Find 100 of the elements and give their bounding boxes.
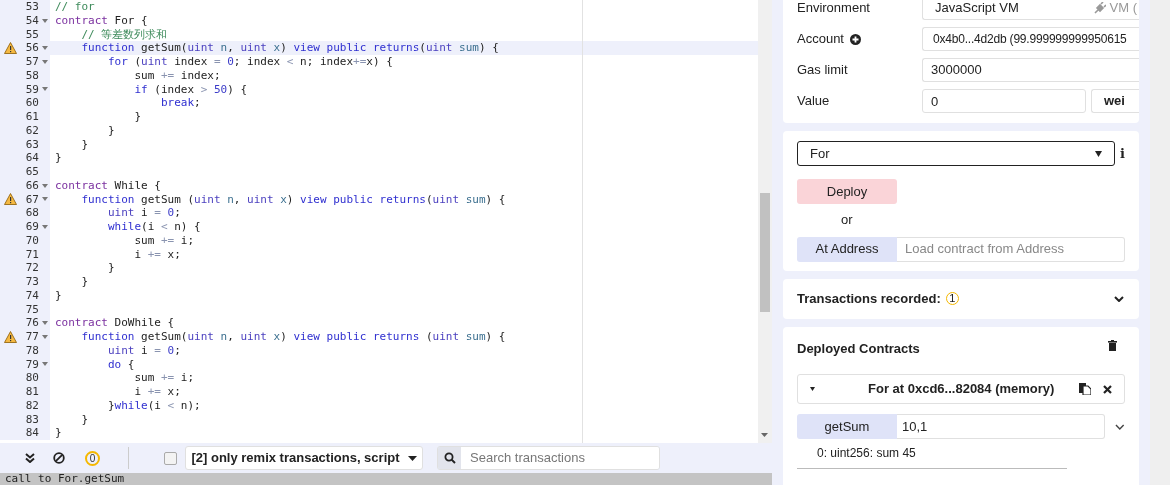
environment-select[interactable]: JavaScript VM VM ( — [922, 0, 1139, 20]
transactions-title: Transactions recorded: — [797, 289, 941, 308]
code-line: do { — [106, 357, 135, 372]
line-number: 68 — [24, 206, 39, 220]
fold-arrow-icon[interactable] — [42, 18, 48, 23]
deploy-button[interactable]: Deploy — [797, 179, 897, 204]
code-line: // 等差数列求和 — [80, 27, 168, 42]
contract-select[interactable]: For — [797, 141, 1116, 166]
line-number: 59 — [24, 82, 39, 97]
value-field[interactable]: 0 — [922, 89, 1086, 113]
code-line: sum += i; — [133, 371, 195, 385]
copy-icon[interactable] — [1079, 383, 1091, 395]
field-label: Account — [797, 30, 844, 49]
field-label: Gas limit — [797, 61, 848, 80]
line-number: 67 — [24, 192, 39, 207]
close-icon[interactable] — [1103, 384, 1112, 394]
code-line: function getSum(uint n, uint x) view public returns(uint sum) { — [80, 41, 499, 55]
line-number: 81 — [24, 385, 39, 399]
line-number: 73 — [24, 275, 39, 289]
line-number: 60 — [24, 96, 39, 110]
code-line: sum += i; — [133, 233, 195, 248]
line-number: 83 — [24, 412, 39, 427]
collapse-icon[interactable] — [25, 453, 35, 463]
field-label: Value — [797, 92, 831, 111]
code-line: if (index > 50) { — [133, 82, 248, 97]
chevron-down-icon[interactable] — [1114, 295, 1124, 302]
clear-icon[interactable] — [53, 452, 65, 464]
line-number: 79 — [24, 357, 39, 372]
caret-icon — [407, 455, 417, 461]
code-line: contract DoWhile { — [54, 316, 175, 330]
fold-arrow-icon[interactable] — [42, 334, 48, 339]
line-number: 74 — [24, 288, 39, 303]
line-number: 65 — [24, 165, 39, 179]
scroll-down-icon[interactable] — [761, 433, 768, 437]
console-log-line: call to For.getSum — [4, 473, 126, 485]
gas-limit-field[interactable]: 3000000 — [922, 58, 1139, 82]
fold-arrow-icon[interactable] — [42, 321, 48, 326]
line-number: 77 — [24, 330, 39, 344]
line-number: 71 — [24, 247, 39, 262]
code-line: } — [106, 261, 115, 275]
line-number: 72 — [24, 261, 39, 275]
line-number: 61 — [24, 110, 39, 124]
line-number: 82 — [24, 398, 39, 413]
chevron-down-icon[interactable] — [1115, 423, 1125, 430]
code-line: i += x; — [133, 247, 181, 262]
caret-icon[interactable] — [810, 387, 815, 391]
listen-checkbox[interactable] — [164, 451, 177, 465]
line-number: 57 — [24, 55, 39, 69]
info-icon[interactable]: i — [1120, 143, 1125, 164]
code-line: uint i = 0; — [106, 343, 181, 358]
line-number: 69 — [24, 220, 39, 234]
function-button[interactable]: getSum — [797, 414, 897, 439]
provider-label: VM ( — [1109, 0, 1137, 18]
line-number: 63 — [24, 137, 39, 152]
account-select[interactable]: 0x4b0...4d2db (99.999999999950615 — [922, 27, 1139, 51]
plug-icon — [1093, 2, 1106, 14]
line-number: 70 — [24, 233, 39, 248]
function-result: 0: uint256: sum 45 — [817, 445, 917, 462]
field-label: Environment — [797, 0, 870, 18]
fold-arrow-icon[interactable] — [42, 183, 48, 188]
fold-arrow-icon[interactable] — [42, 197, 48, 202]
function-args-field[interactable]: 10,1 — [897, 414, 1106, 439]
instance-title: For at 0xcd6...82084 (memory) — [868, 380, 1055, 399]
code-line: } — [54, 288, 62, 303]
fold-arrow-icon[interactable] — [42, 362, 48, 367]
line-number: 53 — [24, 0, 39, 14]
code-line: function getSum(uint n, uint x) view public returns (uint sum) { — [80, 330, 506, 344]
pending-count-badge: 0 — [85, 450, 100, 466]
line-number: 66 — [24, 178, 39, 193]
line-number: 54 — [24, 13, 39, 28]
code-line: sum += index; — [133, 68, 221, 83]
line-number: 80 — [24, 371, 39, 385]
code-line: } — [80, 137, 89, 152]
trash-icon[interactable] — [1108, 339, 1117, 351]
unit-select[interactable]: wei — [1091, 89, 1139, 113]
line-number: 58 — [24, 68, 39, 83]
code-line: contract While { — [54, 178, 161, 193]
code-line: i += x; — [133, 385, 181, 399]
line-number: 75 — [24, 302, 39, 317]
code-line: break; — [159, 96, 201, 110]
fold-arrow-icon[interactable] — [42, 224, 48, 229]
scrollbar-thumb[interactable] — [760, 193, 770, 312]
fold-arrow-icon[interactable] — [42, 59, 48, 64]
fold-arrow-icon[interactable] — [42, 46, 48, 51]
line-number: 64 — [24, 151, 39, 165]
deployed-title: Deployed Contracts — [797, 339, 920, 358]
address-field[interactable]: Load contract from Address — [897, 236, 1125, 262]
line-number: 62 — [24, 123, 39, 138]
code-line: }while(i < n); — [106, 398, 201, 413]
code-line: } — [54, 426, 62, 440]
fold-arrow-icon[interactable] — [42, 87, 48, 92]
code-line: uint i = 0; — [106, 206, 181, 220]
at-address-button[interactable]: At Address — [797, 236, 897, 262]
code-line: while(i < n) { — [106, 220, 201, 234]
contract-instance-header[interactable]: For at 0xcd6...82084 (memory) — [797, 374, 1125, 404]
code-line: function getSum (uint n, uint x) view public returns(uint sum) { — [80, 192, 506, 207]
filter-dropdown[interactable]: [2] only remix transactions, script — [185, 446, 423, 470]
add-icon[interactable] — [850, 33, 861, 45]
transactions-card[interactable]: Transactions recorded: 1 — [783, 278, 1139, 319]
line-number: 78 — [24, 343, 39, 358]
